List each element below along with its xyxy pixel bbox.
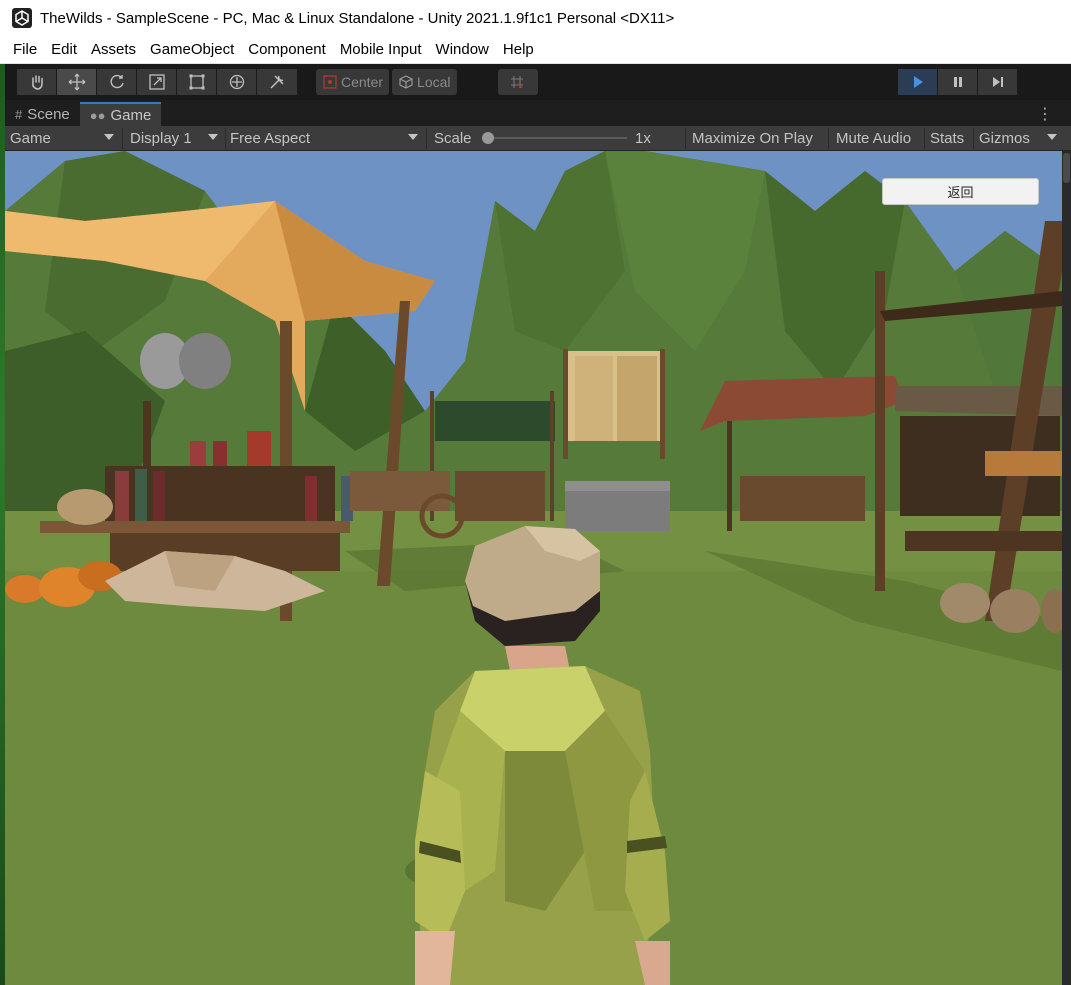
- scale-tool-icon: [148, 74, 165, 90]
- scale-slider-thumb[interactable]: [482, 132, 494, 144]
- game-view-toolbar: Game Display 1 Free Aspect Scale 1x Maxi…: [5, 126, 1071, 151]
- menu-mobile-input[interactable]: Mobile Input: [333, 41, 429, 58]
- rotate-tool-icon: [110, 74, 124, 89]
- gizmos-dropdown[interactable]: Gizmos: [979, 126, 1059, 151]
- hand-tool-button[interactable]: [17, 69, 57, 95]
- pivot-center-icon: [323, 75, 337, 89]
- separator: [924, 128, 925, 149]
- pause-icon: [953, 77, 962, 87]
- game-view-viewport[interactable]: 返回: [5, 151, 1062, 985]
- scale-label: Scale: [434, 130, 472, 147]
- pivot-center-button[interactable]: Center: [316, 69, 390, 95]
- move-tool-button[interactable]: [57, 69, 97, 95]
- separator: [426, 128, 427, 149]
- menu-file[interactable]: File: [6, 41, 44, 58]
- rect-tool-button[interactable]: [177, 69, 217, 95]
- unity-logo-icon: [12, 8, 32, 28]
- custom-tools-icon: [270, 75, 284, 89]
- scale-value: 1x: [635, 130, 651, 147]
- grid-snap-icon: [510, 76, 523, 89]
- scale-slider-track[interactable]: [487, 137, 627, 139]
- view-tab-bar: # Scene ●● Game ⋮: [5, 100, 1071, 126]
- rect-tool-icon: [189, 74, 204, 90]
- game-scene-render: [5, 151, 1062, 985]
- step-icon: [992, 77, 1003, 87]
- pivot-center-label: Center: [341, 74, 384, 90]
- chevron-down-icon: [208, 134, 218, 140]
- main-toolbar: Center Local: [5, 64, 1071, 100]
- transform-tool-button[interactable]: [217, 69, 257, 95]
- transform-tool-icon: [229, 74, 244, 90]
- hand-tool-icon: [31, 75, 43, 90]
- custom-tools-button[interactable]: [257, 69, 297, 95]
- separator: [828, 128, 829, 149]
- aspect-dropdown[interactable]: Free Aspect: [230, 126, 422, 151]
- menu-bar: File Edit Assets GameObject Component Mo…: [0, 36, 1071, 64]
- tab-game[interactable]: ●● Game: [79, 102, 162, 126]
- scene-grid-icon: #: [15, 106, 23, 122]
- display-dropdown[interactable]: Display 1: [130, 126, 222, 151]
- menu-component[interactable]: Component: [241, 41, 333, 58]
- separator: [973, 128, 974, 149]
- aspect-label: Free Aspect: [230, 130, 311, 147]
- play-icon: [913, 76, 923, 88]
- pivot-local-button[interactable]: Local: [392, 69, 457, 95]
- scrollbar-thumb[interactable]: [1063, 153, 1070, 183]
- move-tool-icon: [68, 73, 85, 91]
- stats-toggle[interactable]: Stats: [930, 126, 964, 151]
- pivot-local-label: Local: [417, 74, 451, 90]
- pause-button[interactable]: [938, 69, 978, 95]
- maximize-on-play-toggle[interactable]: Maximize On Play: [692, 126, 813, 151]
- separator: [685, 128, 686, 149]
- game-mode-label: Game: [10, 130, 51, 147]
- tab-more-menu-icon[interactable]: ⋮: [1037, 104, 1053, 124]
- game-view-scrollbar[interactable]: [1062, 151, 1071, 985]
- menu-assets[interactable]: Assets: [84, 41, 143, 58]
- transform-tools-group: [17, 69, 297, 95]
- grid-snap-button[interactable]: [498, 69, 538, 95]
- play-button[interactable]: [898, 69, 938, 95]
- mute-audio-toggle[interactable]: Mute Audio: [836, 126, 911, 151]
- menu-help[interactable]: Help: [496, 41, 541, 58]
- separator: [225, 128, 226, 149]
- menu-window[interactable]: Window: [429, 41, 496, 58]
- rotate-tool-button[interactable]: [97, 69, 137, 95]
- play-controls: [898, 69, 1018, 95]
- menu-edit[interactable]: Edit: [44, 41, 84, 58]
- scale-tool-button[interactable]: [137, 69, 177, 95]
- display-label: Display 1: [130, 130, 192, 147]
- chevron-down-icon: [104, 134, 114, 140]
- game-mode-dropdown[interactable]: Game: [10, 126, 118, 151]
- pivot-group: Center Local: [316, 69, 460, 95]
- separator: [122, 128, 123, 149]
- gamepad-icon: ●●: [89, 107, 106, 123]
- local-space-icon: [399, 75, 413, 89]
- gizmos-label: Gizmos: [979, 130, 1030, 147]
- tab-scene-label: Scene: [27, 105, 70, 123]
- step-button[interactable]: [978, 69, 1018, 95]
- tab-game-label: Game: [110, 106, 152, 124]
- menu-gameobject[interactable]: GameObject: [143, 41, 241, 58]
- chevron-down-icon: [408, 134, 418, 140]
- window-title: TheWilds - SampleScene - PC, Mac & Linux…: [40, 9, 675, 27]
- tab-scene[interactable]: # Scene: [5, 102, 80, 126]
- back-button[interactable]: 返回: [882, 178, 1039, 205]
- window-title-bar: TheWilds - SampleScene - PC, Mac & Linux…: [0, 0, 1071, 36]
- chevron-down-icon: [1047, 134, 1057, 140]
